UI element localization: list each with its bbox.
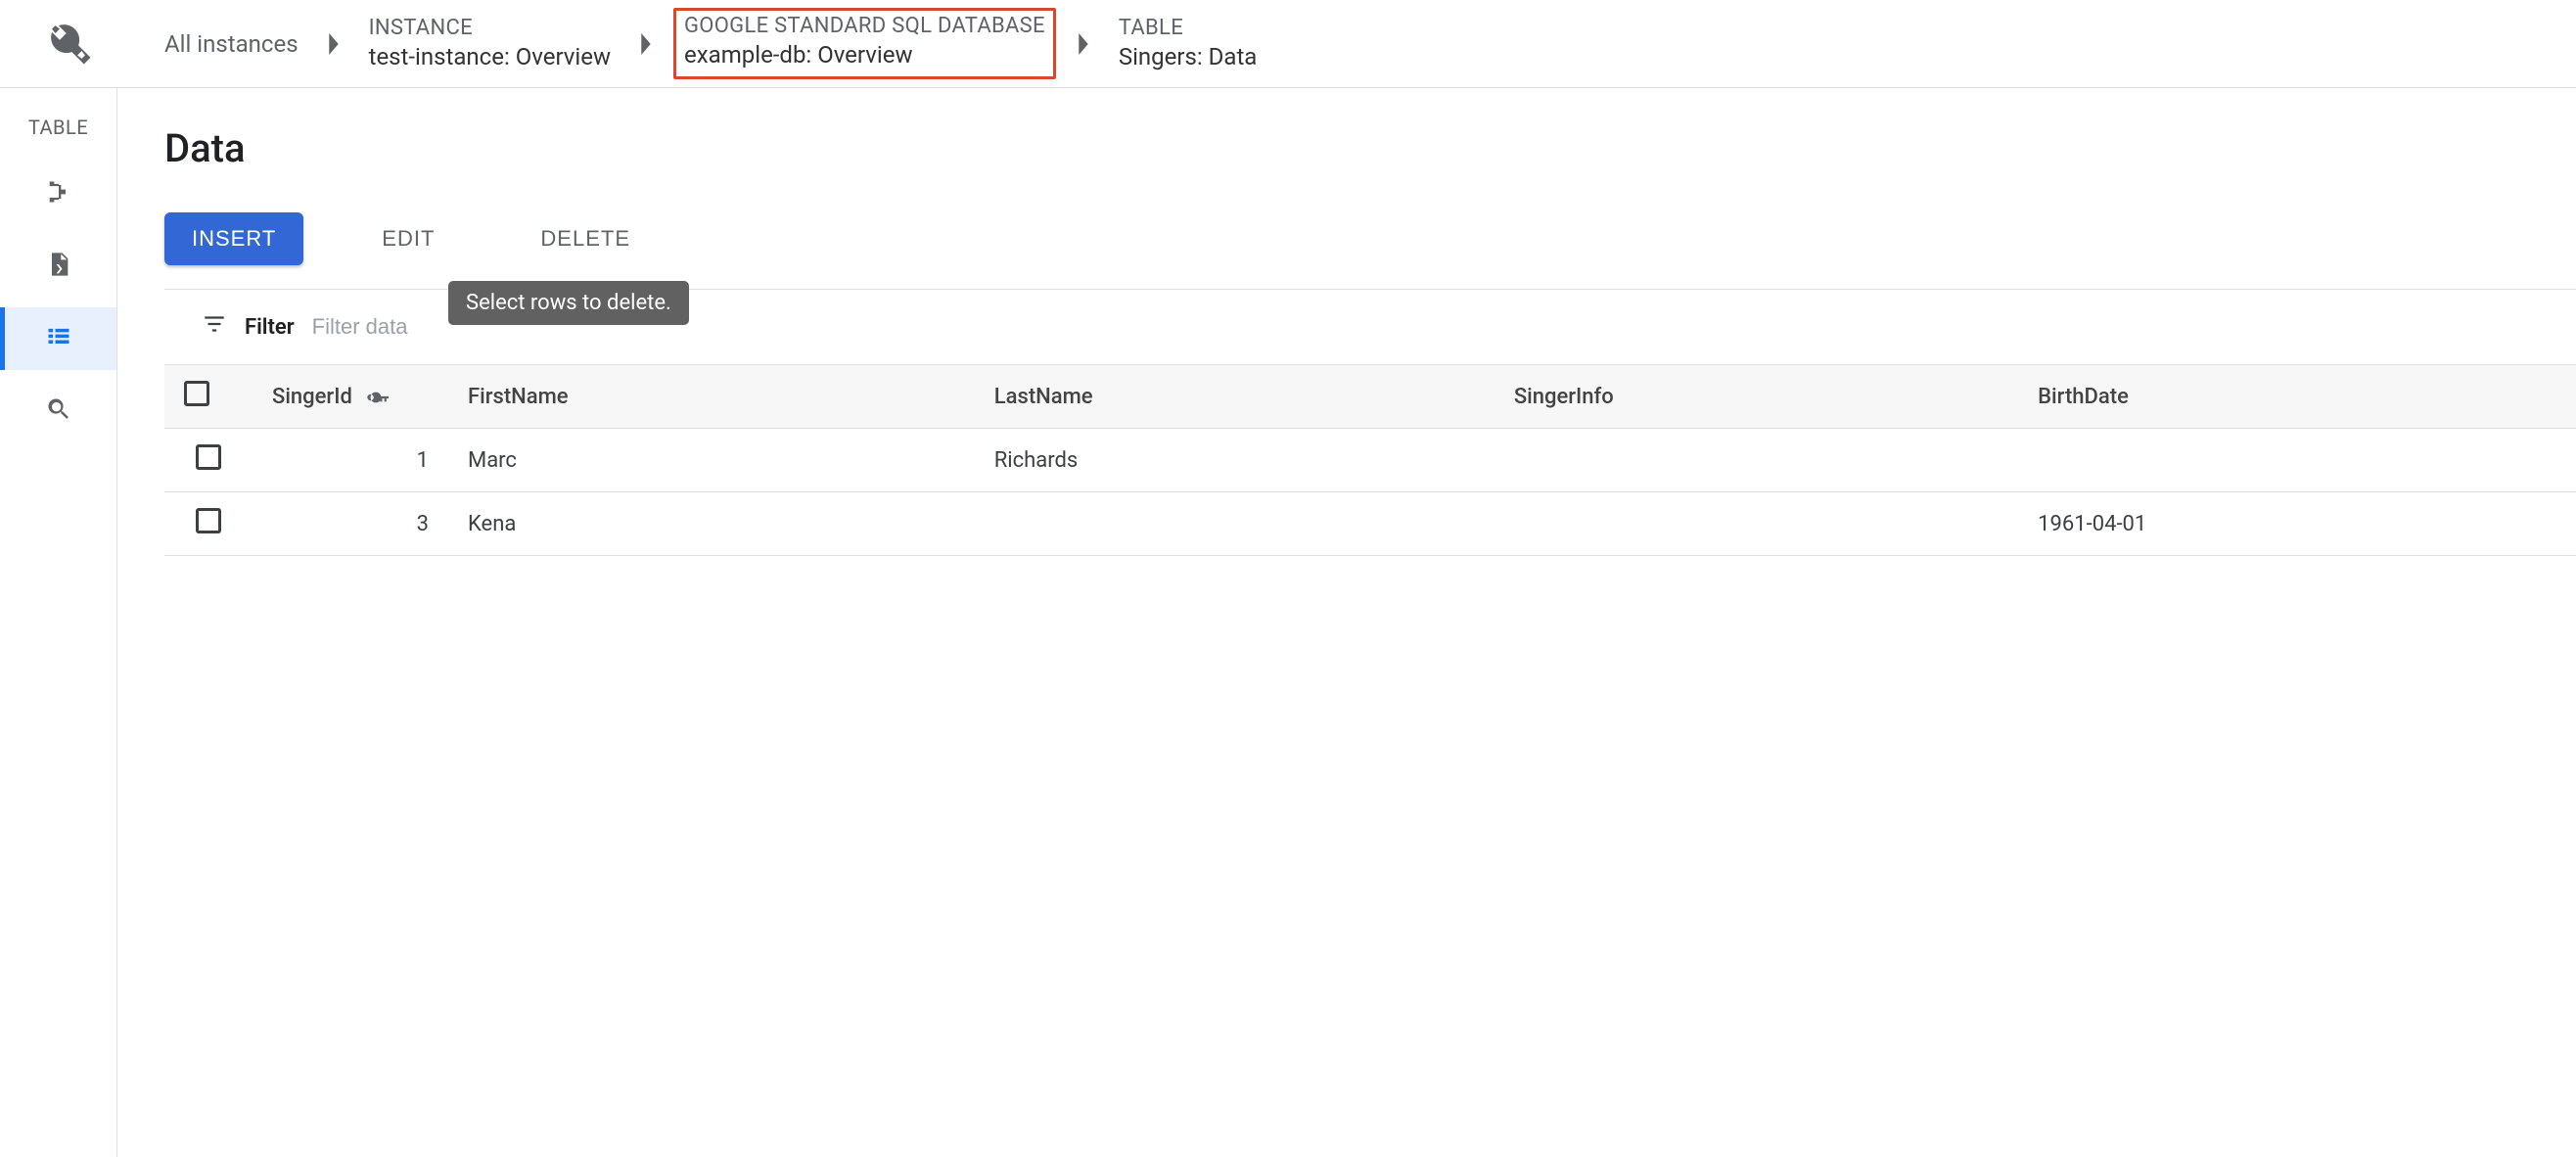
cell-birthdate: [2018, 429, 2576, 492]
rail-item-data[interactable]: [0, 307, 116, 370]
breadcrumb-table-main: Singers: Data: [1119, 42, 1258, 72]
schema-tree-icon: [45, 178, 72, 209]
delete-button[interactable]: DELETE: [513, 212, 658, 265]
cell-lastname: [975, 492, 1495, 556]
rail-item-query[interactable]: [0, 235, 116, 298]
breadcrumb: All instances INSTANCE test-instance: Ov…: [117, 8, 1265, 80]
cell-firstname: Marc: [448, 429, 975, 492]
chevron-right-icon: [1070, 33, 1097, 55]
cell-lastname: Richards: [975, 429, 1495, 492]
cell-firstname: Kena: [448, 492, 975, 556]
query-file-icon: [45, 251, 72, 282]
row-select-cell[interactable]: [164, 492, 253, 556]
row-select-cell[interactable]: [164, 429, 253, 492]
primary-key-icon: [357, 385, 389, 409]
cell-birthdate: 1961-04-01: [2018, 492, 2576, 556]
cell-singerid: 1: [253, 429, 448, 492]
breadcrumb-table[interactable]: TABLE Singers: Data: [1111, 11, 1265, 77]
spanner-wrench-icon: [42, 16, 95, 72]
filter-input[interactable]: [312, 314, 606, 340]
search-icon: [45, 395, 72, 427]
column-header-singerinfo[interactable]: SingerInfo: [1495, 365, 2018, 429]
filter-icon: [202, 311, 227, 343]
column-header-firstname[interactable]: FirstName: [448, 365, 975, 429]
breadcrumb-database[interactable]: GOOGLE STANDARD SQL DATABASE example-db:…: [673, 8, 1056, 80]
table-header-row: SingerId FirstName LastName SingerInfo B…: [164, 365, 2576, 429]
table-row[interactable]: 3Kena 1961-04-01: [164, 492, 2576, 556]
cell-singerid: 3: [253, 492, 448, 556]
page-title: Data: [164, 125, 2576, 171]
table-row[interactable]: 1MarcRichards: [164, 429, 2576, 492]
breadcrumb-all-instances[interactable]: All instances: [157, 26, 306, 62]
product-logo[interactable]: [20, 16, 117, 72]
breadcrumb-database-main: example-db: Overview: [684, 40, 1045, 70]
column-header-singerid[interactable]: SingerId: [253, 365, 448, 429]
chevron-right-icon: [320, 33, 347, 55]
breadcrumb-instance-main: test-instance: Overview: [369, 42, 611, 72]
action-bar: INSERT EDIT DELETE Select rows to delete…: [164, 212, 2576, 265]
rail-item-search[interactable]: [0, 380, 116, 442]
rail-title: TABLE: [28, 116, 88, 139]
data-grid-icon: [45, 323, 72, 354]
header-select-all[interactable]: [164, 365, 253, 429]
rail-item-schema[interactable]: [0, 162, 116, 225]
main-content: Data INSERT EDIT DELETE Select rows to d…: [117, 88, 2576, 1157]
column-header-lastname[interactable]: LastName: [975, 365, 1495, 429]
left-rail: TABLE: [0, 88, 117, 1157]
topbar: All instances INSTANCE test-instance: Ov…: [0, 0, 2576, 88]
cell-singerinfo: [1495, 429, 2018, 492]
breadcrumb-database-eyebrow: GOOGLE STANDARD SQL DATABASE: [684, 13, 1045, 41]
cell-singerinfo: [1495, 492, 2018, 556]
insert-button[interactable]: INSERT: [164, 212, 303, 265]
column-header-birthdate[interactable]: BirthDate: [2018, 365, 2576, 429]
checkbox-icon[interactable]: [196, 508, 221, 533]
breadcrumb-instance-eyebrow: INSTANCE: [369, 15, 611, 43]
chevron-right-icon: [632, 33, 660, 55]
checkbox-icon[interactable]: [196, 444, 221, 470]
filter-label: Filter: [245, 315, 295, 340]
breadcrumb-instance[interactable]: INSTANCE test-instance: Overview: [361, 11, 619, 77]
checkbox-icon[interactable]: [184, 381, 209, 406]
filter-bar: Filter: [164, 290, 2576, 364]
data-table: SingerId FirstName LastName SingerInfo B…: [164, 364, 2576, 556]
breadcrumb-table-eyebrow: TABLE: [1119, 15, 1258, 43]
edit-button[interactable]: EDIT: [354, 212, 462, 265]
column-header-label: SingerId: [272, 385, 352, 409]
